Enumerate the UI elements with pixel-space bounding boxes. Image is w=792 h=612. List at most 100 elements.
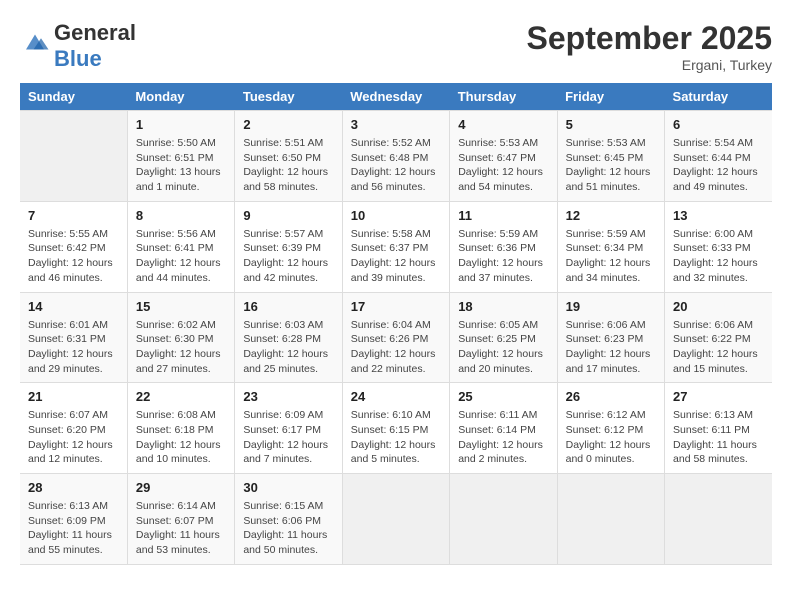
day-info: Sunrise: 6:03 AM Sunset: 6:28 PM Dayligh…: [243, 318, 333, 377]
day-info: Sunrise: 6:02 AM Sunset: 6:30 PM Dayligh…: [136, 318, 226, 377]
logo-text: General Blue: [54, 20, 136, 72]
day-info: Sunrise: 5:50 AM Sunset: 6:51 PM Dayligh…: [136, 136, 226, 195]
calendar-cell: 28Sunrise: 6:13 AM Sunset: 6:09 PM Dayli…: [20, 474, 127, 565]
calendar-cell: 19Sunrise: 6:06 AM Sunset: 6:23 PM Dayli…: [557, 292, 664, 383]
day-info: Sunrise: 6:12 AM Sunset: 6:12 PM Dayligh…: [566, 408, 656, 467]
calendar-cell: [557, 474, 664, 565]
week-row-2: 7 Sunrise: 5:55 AM Sunset: 6:42 PM Daylig…: [20, 201, 772, 292]
calendar-cell: 23Sunrise: 6:09 AM Sunset: 6:17 PM Dayli…: [235, 383, 342, 474]
page-header: General Blue September 2025 Ergani, Turk…: [20, 20, 772, 73]
day-number: 11: [458, 208, 548, 223]
calendar-cell: 8 Sunrise: 5:56 AM Sunset: 6:41 PM Daylig…: [127, 201, 234, 292]
day-number: 14: [28, 299, 119, 314]
day-info: Sunrise: 6:15 AM Sunset: 6:06 PM Dayligh…: [243, 499, 333, 558]
calendar-cell: 6Sunrise: 5:54 AM Sunset: 6:44 PM Daylig…: [665, 111, 772, 202]
day-info: Sunrise: 6:01 AM Sunset: 6:31 PM Dayligh…: [28, 318, 119, 377]
day-info: Sunrise: 5:53 AM Sunset: 6:45 PM Dayligh…: [566, 136, 656, 195]
calendar-cell: [342, 474, 449, 565]
weekday-header-sunday: Sunday: [20, 83, 127, 111]
day-number: 13: [673, 208, 764, 223]
day-number: 26: [566, 389, 656, 404]
day-info: Sunrise: 6:09 AM Sunset: 6:17 PM Dayligh…: [243, 408, 333, 467]
calendar-cell: 5 Sunrise: 5:53 AM Sunset: 6:45 PM Daylig…: [557, 111, 664, 202]
day-info: Sunrise: 6:10 AM Sunset: 6:15 PM Dayligh…: [351, 408, 441, 467]
calendar-cell: 4 Sunrise: 5:53 AM Sunset: 6:47 PM Daylig…: [450, 111, 557, 202]
calendar-cell: 1 Sunrise: 5:50 AM Sunset: 6:51 PM Daylig…: [127, 111, 234, 202]
weekday-header-monday: Monday: [127, 83, 234, 111]
day-info: Sunrise: 6:14 AM Sunset: 6:07 PM Dayligh…: [136, 499, 226, 558]
calendar-cell: [20, 111, 127, 202]
logo-icon: [20, 27, 50, 57]
calendar-cell: 20Sunrise: 6:06 AM Sunset: 6:22 PM Dayli…: [665, 292, 772, 383]
location: Ergani, Turkey: [527, 57, 772, 73]
week-row-1: 1 Sunrise: 5:50 AM Sunset: 6:51 PM Daylig…: [20, 111, 772, 202]
month-title: September 2025: [527, 20, 772, 57]
weekday-header-thursday: Thursday: [450, 83, 557, 111]
calendar-cell: 25 Sunrise: 6:11 AM Sunset: 6:14 PM Dayli…: [450, 383, 557, 474]
day-number: 20: [673, 299, 764, 314]
calendar-cell: 13 Sunrise: 6:00 AM Sunset: 6:33 PM Dayli…: [665, 201, 772, 292]
day-number: 7: [28, 208, 119, 223]
day-number: 17: [351, 299, 441, 314]
day-number: 16: [243, 299, 333, 314]
calendar-cell: 3Sunrise: 5:52 AM Sunset: 6:48 PM Daylig…: [342, 111, 449, 202]
day-number: 27: [673, 389, 764, 404]
calendar-cell: 22 Sunrise: 6:08 AM Sunset: 6:18 PM Dayli…: [127, 383, 234, 474]
day-info: Sunrise: 6:00 AM Sunset: 6:33 PM Dayligh…: [673, 227, 764, 286]
calendar-cell: 26 Sunrise: 6:12 AM Sunset: 6:12 PM Dayli…: [557, 383, 664, 474]
day-number: 3: [351, 117, 441, 132]
day-number: 21: [28, 389, 119, 404]
calendar-cell: 24 Sunrise: 6:10 AM Sunset: 6:15 PM Dayli…: [342, 383, 449, 474]
day-info: Sunrise: 6:13 AM Sunset: 6:11 PM Dayligh…: [673, 408, 764, 467]
week-row-4: 21 Sunrise: 6:07 AM Sunset: 6:20 PM Dayli…: [20, 383, 772, 474]
day-number: 15: [136, 299, 226, 314]
day-number: 22: [136, 389, 226, 404]
calendar-cell: [450, 474, 557, 565]
calendar-cell: 2 Sunrise: 5:51 AM Sunset: 6:50 PM Daylig…: [235, 111, 342, 202]
day-number: 25: [458, 389, 548, 404]
calendar-table: SundayMondayTuesdayWednesdayThursdayFrid…: [20, 83, 772, 565]
calendar-cell: 16 Sunrise: 6:03 AM Sunset: 6:28 PM Dayli…: [235, 292, 342, 383]
weekday-header-friday: Friday: [557, 83, 664, 111]
title-block: September 2025 Ergani, Turkey: [527, 20, 772, 73]
day-info: Sunrise: 5:51 AM Sunset: 6:50 PM Dayligh…: [243, 136, 333, 195]
day-number: 2: [243, 117, 333, 132]
day-number: 1: [136, 117, 226, 132]
day-info: Sunrise: 5:55 AM Sunset: 6:42 PM Dayligh…: [28, 227, 119, 286]
day-number: 24: [351, 389, 441, 404]
logo: General Blue: [20, 20, 136, 72]
day-info: Sunrise: 5:56 AM Sunset: 6:41 PM Dayligh…: [136, 227, 226, 286]
day-number: 5: [566, 117, 656, 132]
day-info: Sunrise: 5:53 AM Sunset: 6:47 PM Dayligh…: [458, 136, 548, 195]
calendar-cell: 11 Sunrise: 5:59 AM Sunset: 6:36 PM Dayli…: [450, 201, 557, 292]
calendar-cell: 7 Sunrise: 5:55 AM Sunset: 6:42 PM Daylig…: [20, 201, 127, 292]
weekday-header-tuesday: Tuesday: [235, 83, 342, 111]
day-number: 18: [458, 299, 548, 314]
calendar-cell: 9Sunrise: 5:57 AM Sunset: 6:39 PM Daylig…: [235, 201, 342, 292]
day-number: 30: [243, 480, 333, 495]
calendar-cell: 17 Sunrise: 6:04 AM Sunset: 6:26 PM Dayli…: [342, 292, 449, 383]
day-number: 10: [351, 208, 441, 223]
day-info: Sunrise: 6:08 AM Sunset: 6:18 PM Dayligh…: [136, 408, 226, 467]
calendar-cell: 15 Sunrise: 6:02 AM Sunset: 6:30 PM Dayli…: [127, 292, 234, 383]
weekday-header-saturday: Saturday: [665, 83, 772, 111]
day-info: Sunrise: 6:07 AM Sunset: 6:20 PM Dayligh…: [28, 408, 119, 467]
day-number: 28: [28, 480, 119, 495]
day-number: 4: [458, 117, 548, 132]
day-info: Sunrise: 5:54 AM Sunset: 6:44 PM Dayligh…: [673, 136, 764, 195]
calendar-cell: 27 Sunrise: 6:13 AM Sunset: 6:11 PM Dayli…: [665, 383, 772, 474]
day-info: Sunrise: 6:05 AM Sunset: 6:25 PM Dayligh…: [458, 318, 548, 377]
day-info: Sunrise: 5:59 AM Sunset: 6:36 PM Dayligh…: [458, 227, 548, 286]
calendar-cell: 10Sunrise: 5:58 AM Sunset: 6:37 PM Dayli…: [342, 201, 449, 292]
day-info: Sunrise: 6:11 AM Sunset: 6:14 PM Dayligh…: [458, 408, 548, 467]
weekday-header-row: SundayMondayTuesdayWednesdayThursdayFrid…: [20, 83, 772, 111]
calendar-cell: 21 Sunrise: 6:07 AM Sunset: 6:20 PM Dayli…: [20, 383, 127, 474]
day-info: Sunrise: 6:04 AM Sunset: 6:26 PM Dayligh…: [351, 318, 441, 377]
day-number: 29: [136, 480, 226, 495]
day-number: 8: [136, 208, 226, 223]
calendar-cell: [665, 474, 772, 565]
week-row-5: 28Sunrise: 6:13 AM Sunset: 6:09 PM Dayli…: [20, 474, 772, 565]
day-info: Sunrise: 6:06 AM Sunset: 6:23 PM Dayligh…: [566, 318, 656, 377]
week-row-3: 14 Sunrise: 6:01 AM Sunset: 6:31 PM Dayli…: [20, 292, 772, 383]
calendar-cell: 18 Sunrise: 6:05 AM Sunset: 6:25 PM Dayli…: [450, 292, 557, 383]
